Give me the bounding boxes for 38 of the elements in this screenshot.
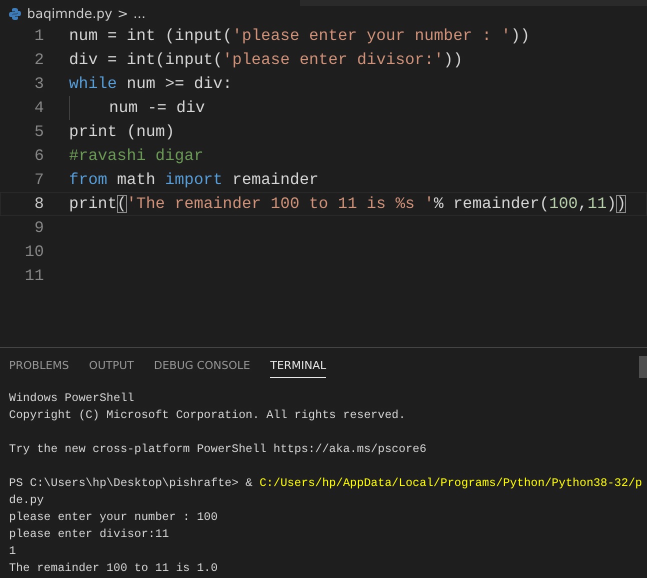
line-number: 3 <box>33 75 44 93</box>
line-number: 6 <box>33 147 44 165</box>
terminal-line: please enter divisor:11 <box>9 528 170 541</box>
line-number: 9 <box>33 219 44 237</box>
panel-tab[interactable]: DEBUG CONSOLE <box>154 358 250 378</box>
line-number: 1 <box>33 27 44 45</box>
breadcrumb-file[interactable]: baqimnde.py <box>27 6 112 22</box>
code-line: from math import remainder <box>69 171 319 189</box>
code-line: print (num) <box>69 123 175 141</box>
breadcrumb-separator: > <box>117 6 128 22</box>
terminal-line: Copyright (C) Microsoft Corporation. All rights reserved. <box>9 409 406 422</box>
terminal-line: 1 <box>9 545 16 558</box>
line-number: 10 <box>24 243 44 261</box>
indent-guide <box>69 96 70 120</box>
line-number: 2 <box>33 51 44 69</box>
panel-tab[interactable]: TERMINAL <box>270 358 326 378</box>
code-line: div = int(input('please enter divisor:')) <box>69 51 463 69</box>
terminal-line: The remainder 100 to 11 is 1.0 <box>9 562 218 575</box>
line-number: 5 <box>33 123 44 141</box>
code-line: num -= div <box>109 99 206 117</box>
scrollbar-thumb[interactable] <box>639 356 647 378</box>
line-number: 4 <box>33 99 44 117</box>
terminal-line: PS C:\Users\hp\Desktop\pishrafte> & C:/Users/hp/AppData/Local/Programs/Python/Python38-32/p <box>9 477 642 490</box>
code-line: while num >= div: <box>69 75 232 93</box>
terminal-line: please enter your number : 100 <box>9 511 218 524</box>
code-line: #ravashi digar <box>69 147 204 165</box>
terminal-line: Try the new cross-platform PowerShell https://aka.ms/pscore6 <box>9 443 426 456</box>
line-number: 11 <box>24 267 44 285</box>
terminal-line: de.py <box>9 494 44 507</box>
panel-tab[interactable]: PROBLEMS <box>9 358 70 378</box>
line-number: 8 <box>33 195 44 213</box>
code-line: print('The remainder 100 to 11 is %s '% remainder(100,11)) <box>69 195 626 213</box>
code-line: num = int (input('please enter your number : ')) <box>69 27 530 45</box>
panel-tab[interactable]: OUTPUT <box>89 358 134 378</box>
breadcrumb-more[interactable]: ... <box>133 6 146 22</box>
line-number: 7 <box>33 171 44 189</box>
terminal-line: Windows PowerShell <box>9 392 134 405</box>
python-file-icon <box>8 7 22 21</box>
